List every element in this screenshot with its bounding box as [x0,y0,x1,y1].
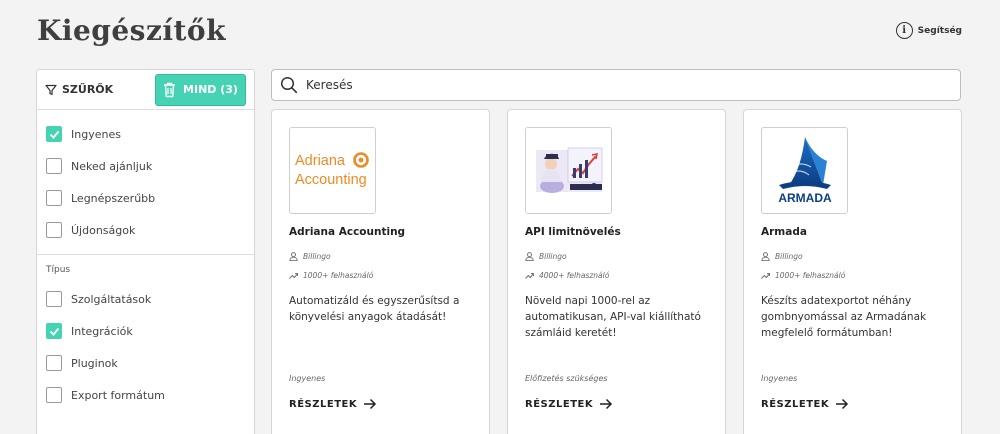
filter-label: Export formátum [71,388,165,402]
addon-title: Adriana Accounting [289,226,406,238]
addon-users: 4000+ felhasználó [525,271,609,280]
svg-text:ARMADA: ARMADA [778,191,832,205]
search-icon [280,76,298,94]
details-link[interactable]: RÉSZLETEK [289,398,377,410]
user-icon [289,252,298,261]
addon-logo: ARMADA [761,127,848,214]
addon-author: Billingo [761,252,803,261]
filter-label: Újdonságok [71,223,136,237]
filter-export-format[interactable]: Export formátum [37,379,254,411]
addon-price: Ingyenes [289,374,326,383]
addon-price: Előfizetés szükséges [525,374,608,383]
svg-text:Adriana: Adriana [295,153,346,169]
arrow-right-icon [600,398,613,410]
clear-filters-label: MIND (3) [183,83,238,96]
addon-logo [525,127,612,214]
trash-icon [164,82,176,97]
addon-price: Ingyenes [761,374,798,383]
filters-panel: SZŰRŐK MIND (3) Ingyenes Neked ajánljuk … [36,69,255,434]
trending-icon [761,272,770,279]
details-label: RÉSZLETEK [525,398,594,410]
addon-card[interactable]: ARMADA Armada Billingo 1000+ felhasználó… [743,109,962,434]
filter-recommended[interactable]: Neked ajánljuk [37,150,254,182]
filter-new[interactable]: Újdonságok [37,214,254,246]
filters-title-label: SZŰRŐK [62,83,114,96]
filter-label: Ingyenes [71,127,121,141]
checkbox[interactable] [46,291,62,307]
arrow-right-icon [364,398,377,410]
user-icon [761,252,770,261]
checkbox[interactable] [46,355,62,371]
checkbox[interactable] [46,158,62,174]
addon-card[interactable]: Adriana Accounting Adriana Accounting Bi… [271,109,490,434]
author-label: Billingo [539,252,567,261]
addon-author: Billingo [525,252,567,261]
addon-author: Billingo [289,252,331,261]
filters-title: SZŰRŐK [45,83,113,96]
funnel-icon [45,84,57,95]
author-label: Billingo [775,252,803,261]
addon-card[interactable]: API limitnövelés Billingo 4000+ felhaszn… [507,109,726,434]
users-label: 1000+ felhasználó [775,271,846,280]
checkbox[interactable] [46,222,62,238]
filter-label: Pluginok [71,356,118,370]
addon-description: Növeld napi 1000-rel az automatikusan, A… [525,295,701,339]
filter-label: Neked ajánljuk [71,159,153,173]
filters-header: SZŰRŐK MIND (3) [37,70,254,110]
filter-popular[interactable]: Legnépszerűbb [37,182,254,214]
addon-title: API limitnövelés [525,226,621,238]
addon-title: Armada [761,226,807,238]
check-icon [49,130,59,139]
filter-integrations[interactable]: Integrációk [37,315,254,347]
user-icon [525,252,534,261]
users-label: 4000+ felhasználó [539,271,610,280]
addon-description: Készíts adatexportot néhány gombnyomássa… [761,295,927,339]
addon-users: 1000+ felhasználó [289,271,373,280]
checkbox[interactable] [46,387,62,403]
filter-services[interactable]: Szolgáltatások [37,283,254,315]
api-illustration [526,128,611,213]
details-label: RÉSZLETEK [761,398,830,410]
clear-filters-button[interactable]: MIND (3) [155,73,246,106]
author-label: Billingo [303,252,331,261]
arrow-right-icon [836,398,849,410]
details-link[interactable]: RÉSZLETEK [525,398,613,410]
check-icon [49,327,59,336]
checkbox-checked[interactable] [46,323,62,339]
page-title: Kiegészítők [37,14,226,47]
info-icon: i [895,22,913,39]
adriana-logo: Adriana Accounting [295,151,369,188]
users-label: 1000+ felhasználó [303,271,374,280]
search-bar[interactable] [271,69,961,101]
filter-plugins[interactable]: Pluginok [37,347,254,379]
filter-label: Legnépszerűbb [71,191,156,205]
trending-icon [525,272,534,279]
checkbox[interactable] [46,190,62,206]
addon-description: Automatizáld és egyszerűsítsd a könyvelé… [289,295,460,323]
filter-label: Szolgáltatások [71,292,152,306]
help-link[interactable]: i Segítség [895,22,962,39]
details-label: RÉSZLETEK [289,398,358,410]
details-link[interactable]: RÉSZLETEK [761,398,849,410]
checkbox-checked[interactable] [46,126,62,142]
trending-icon [289,272,298,279]
filter-free[interactable]: Ingyenes [37,118,254,150]
help-label: Segítség [917,25,962,36]
armada-logo: ARMADA [778,136,832,205]
type-group-label: Típus [46,265,71,275]
quick-filters: Ingyenes Neked ajánljuk Legnépszerűbb Új… [37,110,254,255]
addon-users: 1000+ felhasználó [761,271,845,280]
search-input[interactable] [306,78,906,92]
addon-logo: Adriana Accounting [289,127,376,214]
filter-label: Integrációk [71,324,133,338]
type-filters: Típus Szolgáltatások Integrációk Plugino… [37,255,254,417]
svg-text:Accounting: Accounting [295,172,367,188]
